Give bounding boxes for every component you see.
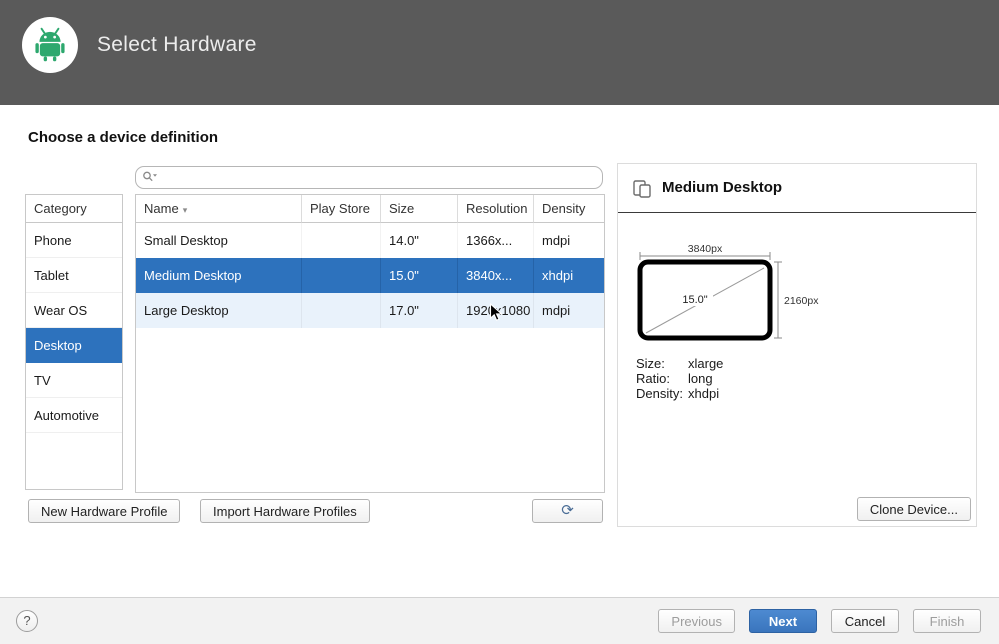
clone-device-button[interactable]: Clone Device... bbox=[857, 497, 971, 521]
device-definition-table: Name▾ Play Store Size Resolution Density… bbox=[135, 194, 605, 493]
wizard-footer: ? Previous Next Cancel Finish bbox=[0, 597, 999, 644]
category-list-header: Category bbox=[26, 195, 122, 223]
refresh-button[interactable]: ⟳ bbox=[532, 499, 603, 523]
help-button[interactable]: ? bbox=[16, 610, 38, 632]
finish-button[interactable]: Finish bbox=[913, 609, 981, 633]
table-row-medium-desktop[interactable]: Medium Desktop 15.0" 3840x... xhdpi bbox=[136, 258, 604, 293]
spec-ratio: Ratio: long bbox=[636, 371, 723, 386]
detail-title-row: Medium Desktop bbox=[618, 164, 976, 213]
android-robot-icon bbox=[31, 25, 69, 66]
table-header-row: Name▾ Play Store Size Resolution Density bbox=[136, 195, 604, 223]
next-button[interactable]: Next bbox=[749, 609, 817, 633]
diagram-height-label: 2160px bbox=[784, 295, 819, 307]
category-item-phone[interactable]: Phone bbox=[26, 223, 122, 258]
category-item-automotive[interactable]: Automotive bbox=[26, 398, 122, 433]
section-heading: Choose a device definition bbox=[28, 129, 218, 146]
table-row-large-desktop[interactable]: Large Desktop 17.0" 1920x1080 mdpi bbox=[136, 293, 604, 328]
device-name-title: Medium Desktop bbox=[662, 179, 782, 196]
diagram-width-label: 3840px bbox=[688, 243, 723, 255]
column-header-size[interactable]: Size bbox=[381, 195, 458, 223]
import-hardware-profiles-button[interactable]: Import Hardware Profiles bbox=[200, 499, 370, 523]
new-hardware-profile-button[interactable]: New Hardware Profile bbox=[28, 499, 180, 523]
device-screens-icon bbox=[632, 179, 654, 202]
column-header-resolution[interactable]: Resolution bbox=[458, 195, 534, 223]
table-row-small-desktop[interactable]: Small Desktop 14.0" 1366x... mdpi bbox=[136, 223, 604, 258]
column-header-density[interactable]: Density bbox=[534, 195, 604, 223]
refresh-icon: ⟳ bbox=[561, 502, 574, 519]
cancel-button[interactable]: Cancel bbox=[831, 609, 899, 633]
android-logo-badge bbox=[22, 17, 78, 73]
search-icon bbox=[142, 170, 158, 186]
device-dimension-diagram: 3840px 15.0" 2160px bbox=[630, 242, 840, 357]
column-header-name[interactable]: Name▾ bbox=[136, 195, 302, 223]
previous-button[interactable]: Previous bbox=[658, 609, 735, 633]
category-item-tablet[interactable]: Tablet bbox=[26, 258, 122, 293]
sort-desc-icon: ▾ bbox=[183, 205, 188, 215]
diagram-diagonal-label: 15.0" bbox=[682, 294, 707, 306]
device-detail-panel: Medium Desktop 3840px 15.0" 2160px bbox=[617, 163, 977, 527]
category-item-desktop[interactable]: Desktop bbox=[26, 328, 122, 363]
device-search-box bbox=[135, 166, 603, 189]
wizard-header: Select Hardware bbox=[0, 0, 999, 105]
spec-density: Density: xhdpi bbox=[636, 386, 723, 401]
search-input[interactable] bbox=[162, 170, 596, 185]
category-item-wear-os[interactable]: Wear OS bbox=[26, 293, 122, 328]
category-item-tv[interactable]: TV bbox=[26, 363, 122, 398]
device-specs: Size: xlarge Ratio: long Density: xhdpi bbox=[636, 356, 723, 401]
page-title: Select Hardware bbox=[97, 33, 257, 57]
column-header-play-store[interactable]: Play Store bbox=[302, 195, 381, 223]
category-list: Category Phone Tablet Wear OS Desktop TV… bbox=[25, 194, 123, 490]
wizard-nav-buttons: Previous Next Cancel Finish bbox=[658, 609, 981, 633]
spec-size: Size: xlarge bbox=[636, 356, 723, 371]
select-hardware-dialog: Select Hardware Choose a device definiti… bbox=[0, 0, 999, 644]
